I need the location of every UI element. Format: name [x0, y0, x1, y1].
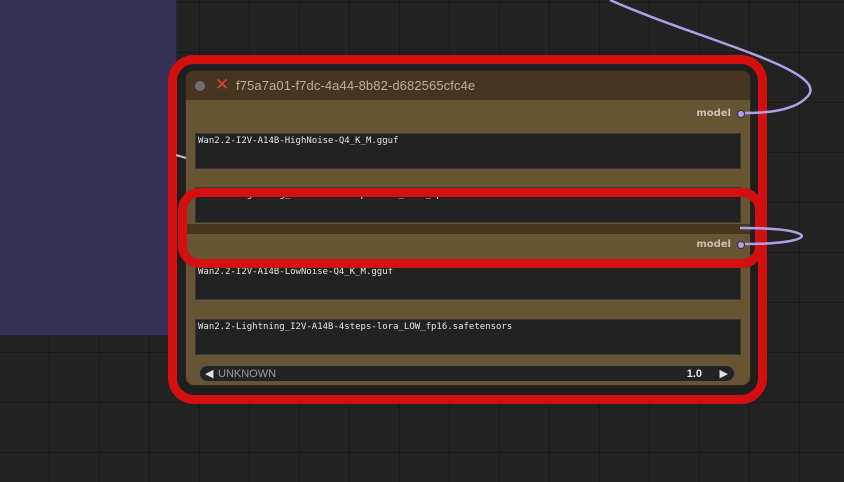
widget-label: UNKNOWN [218, 368, 277, 380]
selection-highlight-inner [178, 188, 764, 268]
widget-value[interactable]: 1.0 [687, 367, 702, 381]
low-lora-field[interactable]: Wan2.2-Lightning_I2V-A14B-4steps-lora_LO… [195, 319, 741, 355]
node-title: f75a7a01-f7dc-4a44-8b82-d682565cfc4e [236, 78, 476, 93]
high-model-text: Wan2.2-I2V-A14B-HighNoise-Q4_K_M.gguf [198, 136, 399, 146]
low-model-text: Wan2.2-I2V-A14B-LowNoise-Q4_K_M.gguf [198, 267, 394, 277]
triangle-left-icon[interactable]: ◀ [205, 366, 213, 382]
high-model-field[interactable]: Wan2.2-I2V-A14B-HighNoise-Q4_K_M.gguf [195, 133, 741, 169]
node-title-bar[interactable]: ✕ f75a7a01-f7dc-4a44-8b82-d682565cfc4e [186, 71, 750, 100]
group-panel[interactable] [0, 0, 177, 336]
triangle-right-icon[interactable]: ▶ [720, 366, 728, 382]
number-widget[interactable]: ◀ UNKNOWN 1.0 ▶ [199, 365, 735, 382]
low-model-field[interactable]: Wan2.2-I2V-A14B-LowNoise-Q4_K_M.gguf [195, 264, 741, 300]
collapse-dot-icon[interactable] [195, 81, 205, 91]
error-x-icon: ✕ [215, 75, 230, 95]
output-label-model: model [696, 108, 731, 119]
output-row-top: model [186, 107, 750, 121]
output-slot-dot-icon[interactable] [737, 110, 745, 118]
low-lora-text: Wan2.2-Lightning_I2V-A14B-4steps-lora_LO… [198, 322, 513, 332]
